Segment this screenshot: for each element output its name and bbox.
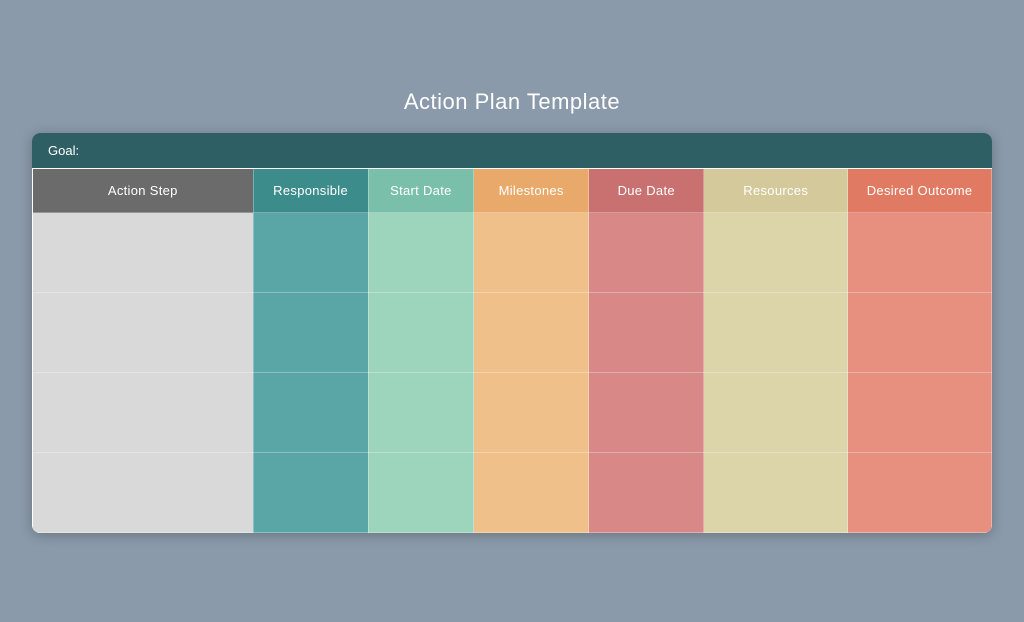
- cell-row-3-col-0[interactable]: [33, 373, 254, 453]
- cell-row-3-col-3[interactable]: [474, 373, 589, 453]
- action-plan-table: Action Step Responsible Start Date Miles…: [32, 168, 992, 533]
- cell-row-4-col-2[interactable]: [368, 453, 473, 533]
- table-row: [33, 453, 992, 533]
- header-responsible: Responsible: [253, 169, 368, 213]
- cell-row-1-col-5[interactable]: [704, 213, 848, 293]
- cell-row-2-col-2[interactable]: [368, 293, 473, 373]
- table-row: [33, 293, 992, 373]
- cell-row-1-col-4[interactable]: [589, 213, 704, 293]
- page-title: Action Plan Template: [404, 89, 620, 115]
- cell-row-4-col-1[interactable]: [253, 453, 368, 533]
- table-row: [33, 373, 992, 453]
- header-milestones: Milestones: [474, 169, 589, 213]
- cell-row-1-col-0[interactable]: [33, 213, 254, 293]
- page-wrapper: Action Plan Template Goal: Action Step R…: [32, 89, 992, 533]
- goal-label: Goal:: [48, 143, 79, 158]
- header-start-date: Start Date: [368, 169, 473, 213]
- goal-bar: Goal:: [32, 133, 992, 168]
- cell-row-4-col-5[interactable]: [704, 453, 848, 533]
- header-action-step: Action Step: [33, 169, 254, 213]
- cell-row-2-col-0[interactable]: [33, 293, 254, 373]
- header-due-date: Due Date: [589, 169, 704, 213]
- cell-row-1-col-6[interactable]: [848, 213, 992, 293]
- cell-row-3-col-2[interactable]: [368, 373, 473, 453]
- cell-row-2-col-5[interactable]: [704, 293, 848, 373]
- cell-row-1-col-2[interactable]: [368, 213, 473, 293]
- header-row: Action Step Responsible Start Date Miles…: [33, 169, 992, 213]
- cell-row-3-col-1[interactable]: [253, 373, 368, 453]
- cell-row-2-col-1[interactable]: [253, 293, 368, 373]
- cell-row-3-col-6[interactable]: [848, 373, 992, 453]
- cell-row-2-col-6[interactable]: [848, 293, 992, 373]
- table-container: Goal: Action Step Responsible Start Date…: [32, 133, 992, 533]
- table-row: [33, 213, 992, 293]
- header-desired-outcome: Desired Outcome: [848, 169, 992, 213]
- cell-row-4-col-4[interactable]: [589, 453, 704, 533]
- header-resources: Resources: [704, 169, 848, 213]
- cell-row-4-col-6[interactable]: [848, 453, 992, 533]
- cell-row-4-col-3[interactable]: [474, 453, 589, 533]
- cell-row-1-col-3[interactable]: [474, 213, 589, 293]
- cell-row-3-col-5[interactable]: [704, 373, 848, 453]
- table-body: [33, 213, 992, 533]
- cell-row-2-col-4[interactable]: [589, 293, 704, 373]
- cell-row-2-col-3[interactable]: [474, 293, 589, 373]
- cell-row-1-col-1[interactable]: [253, 213, 368, 293]
- cell-row-4-col-0[interactable]: [33, 453, 254, 533]
- cell-row-3-col-4[interactable]: [589, 373, 704, 453]
